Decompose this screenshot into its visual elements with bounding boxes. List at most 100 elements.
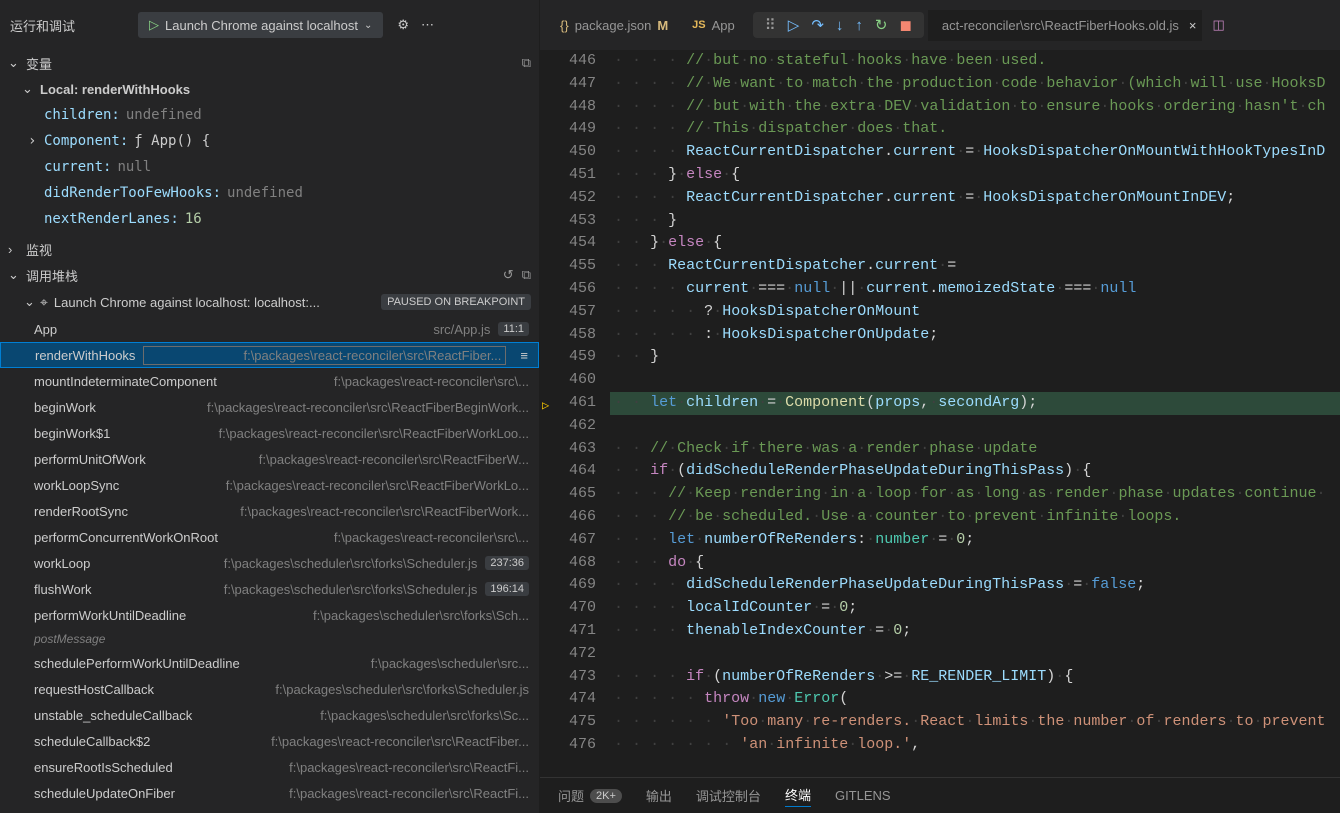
code-body[interactable]: · · · · //·but·no·stateful·hooks·have·be… — [610, 50, 1340, 777]
callstack-frame[interactable]: workLoopf:\packages\scheduler\src\forks\… — [0, 550, 539, 576]
gear-icon[interactable]: ⚙ — [397, 17, 409, 33]
variable-row[interactable]: children: undefined — [28, 102, 539, 128]
tab-app[interactable]: JS App — [682, 10, 745, 41]
close-icon[interactable]: × — [1189, 18, 1197, 33]
code-line[interactable]: · · let·children·=·Component(props,·seco… — [610, 392, 1340, 415]
problems-tab[interactable]: 问题 2K+ — [558, 786, 622, 805]
variable-row[interactable]: nextRenderLanes: 16 — [28, 206, 539, 232]
code-line[interactable]: · · · · · throw·new·Error( — [610, 688, 1340, 711]
chevron-down-icon: ⌄ — [8, 267, 20, 283]
step-over-icon[interactable]: ↷ — [811, 16, 824, 34]
chevron-right-icon: › — [28, 133, 38, 149]
output-tab[interactable]: 输出 — [646, 786, 672, 805]
thread-icon[interactable]: ≡ — [520, 348, 528, 363]
frame-path: f:\packages\scheduler\src\forks\Schedule… — [100, 582, 478, 597]
callstack-frame[interactable]: scheduleUpdateOnFiberf:\packages\react-r… — [0, 780, 539, 806]
continue-icon[interactable]: ▷ — [788, 16, 800, 34]
gitlens-tab[interactable]: GITLENS — [835, 788, 891, 803]
line-number: 468 — [540, 552, 596, 575]
code-line[interactable]: · · · · didScheduleRenderPhaseUpdateDuri… — [610, 574, 1340, 597]
callstack-frame[interactable]: renderRootSyncf:\packages\react-reconcil… — [0, 498, 539, 524]
code-line[interactable]: · · · do·{ — [610, 552, 1340, 575]
copy-icon[interactable]: ⧉ — [522, 55, 531, 71]
code-line[interactable]: · · if·(didScheduleRenderPhaseUpdateDuri… — [610, 460, 1340, 483]
callstack-frame[interactable]: ensureRootIsScheduledf:\packages\react-r… — [0, 754, 539, 780]
code-line[interactable]: · · · · thenableIndexCounter·=·0; — [610, 620, 1340, 643]
callstack-frame[interactable]: performWorkUntilDeadlinef:\packages\sche… — [0, 602, 539, 628]
terminal-tab[interactable]: 终端 — [785, 785, 811, 807]
code-line[interactable]: · · · · //·We·want·to·match·the·producti… — [610, 73, 1340, 96]
callstack-frame[interactable]: renderWithHooksf:\packages\react-reconci… — [0, 342, 539, 368]
callstack-frame[interactable]: schedulePerformWorkUntilDeadlinef:\packa… — [0, 650, 539, 676]
code-editor[interactable]: 4464474484494504514524534544554564574584… — [540, 50, 1340, 777]
code-line[interactable]: · · · · · ?·HooksDispatcherOnMount — [610, 301, 1340, 324]
frame-path: f:\packages\react-reconciler\src\ReactFi… — [118, 426, 529, 441]
code-line[interactable]: · · · · //·but·with·the·extra·DEV·valida… — [610, 96, 1340, 119]
code-line[interactable]: · · · · · · · 'an·infinite·loop.', — [610, 734, 1340, 757]
stop-icon[interactable]: ◼ — [899, 16, 911, 34]
more-icon[interactable]: ⋯ — [421, 17, 436, 33]
code-line[interactable]: · · } — [610, 346, 1340, 369]
step-out-icon[interactable]: ↑ — [855, 17, 863, 34]
callstack-frame[interactable]: requestHostCallbackf:\packages\scheduler… — [0, 676, 539, 702]
code-line[interactable]: · · · let·numberOfReRenders:·number·=·0; — [610, 529, 1340, 552]
code-line[interactable]: · · //·Check·if·there·was·a·render·phase… — [610, 438, 1340, 461]
callstack-frame[interactable]: Appsrc/App.js11:1 — [0, 316, 539, 342]
callstack-frame[interactable]: beginWork$1f:\packages\react-reconciler\… — [0, 420, 539, 446]
restart-icon[interactable]: ↻ — [875, 16, 888, 34]
variable-row[interactable]: ›Component: ƒ App() { — [28, 128, 539, 154]
scope-header[interactable]: ⌄ Local: renderWithHooks — [0, 76, 539, 102]
callstack-frame[interactable]: workLoopSyncf:\packages\react-reconciler… — [0, 472, 539, 498]
line-number: 450 — [540, 141, 596, 164]
code-line[interactable]: · · · · · :·HooksDispatcherOnUpdate; — [610, 324, 1340, 347]
variable-row[interactable]: current: null — [28, 154, 539, 180]
problems-count: 2K+ — [590, 789, 622, 803]
launch-config-dropdown[interactable]: ▷ Launch Chrome against localhost ⌄ — [138, 12, 383, 38]
history-icon[interactable]: ↺ — [503, 267, 514, 283]
line-number: 466 — [540, 506, 596, 529]
code-line[interactable]: · · · · //·but·no·stateful·hooks·have·be… — [610, 50, 1340, 73]
code-line[interactable]: · · · //·Keep·rendering·in·a·loop·for·as… — [610, 483, 1340, 506]
callstack-frame[interactable]: beginWorkf:\packages\react-reconciler\sr… — [0, 394, 539, 420]
code-line[interactable]: · · }·else·{ — [610, 232, 1340, 255]
debug-console-tab[interactable]: 调试控制台 — [696, 786, 761, 805]
step-into-icon[interactable]: ↓ — [836, 17, 844, 34]
copy-icon[interactable]: ⧉ — [522, 267, 531, 283]
watch-section-header[interactable]: › 监视 — [0, 236, 539, 262]
bottom-panel-tabs: 问题 2K+ 输出 调试控制台 终端 GITLENS — [540, 777, 1340, 813]
code-line[interactable]: · · · · ReactCurrentDispatcher.current·=… — [610, 187, 1340, 210]
chevron-down-icon: ⌄ — [8, 55, 20, 71]
callstack-frame[interactable]: unstable_scheduleCallbackf:\packages\sch… — [0, 702, 539, 728]
code-line[interactable]: · · · · current·===·null·||·current.memo… — [610, 278, 1340, 301]
code-line[interactable]: · · · ReactCurrentDispatcher.current·= — [610, 255, 1340, 278]
code-line[interactable]: · · · · //·This·dispatcher·does·that. — [610, 118, 1340, 141]
variables-section-header[interactable]: ⌄ 变量 ⧉ — [0, 50, 539, 76]
callstack-frame[interactable]: performUnitOfWorkf:\packages\react-recon… — [0, 446, 539, 472]
callstack-frame[interactable]: scheduleCallback$2f:\packages\react-reco… — [0, 728, 539, 754]
code-line[interactable]: · · · · ReactCurrentDispatcher.current·=… — [610, 141, 1340, 164]
callstack-frame[interactable]: performConcurrentWorkOnRootf:\packages\r… — [0, 524, 539, 550]
tab-active-file[interactable]: act-reconciler\src\ReactFiberHooks.old.j… — [928, 10, 1203, 41]
frame-function: performWorkUntilDeadline — [34, 608, 186, 623]
code-line[interactable]: · · · } — [610, 210, 1340, 233]
code-line[interactable] — [610, 369, 1340, 392]
code-line[interactable] — [610, 643, 1340, 666]
code-line[interactable]: · · · · if·(numberOfReRenders·>=·RE_REND… — [610, 666, 1340, 689]
chevron-down-icon: ⌄ — [22, 81, 34, 97]
code-line[interactable]: · · · //·be·scheduled.·Use·a·counter·to·… — [610, 506, 1340, 529]
frame-function: workLoop — [34, 556, 90, 571]
grip-icon[interactable]: ⠿ — [765, 16, 776, 34]
split-icon[interactable]: ◫ — [1212, 17, 1224, 33]
callstack-section-header[interactable]: ⌄ 调用堆栈 ↺ ⧉ — [0, 262, 539, 288]
callstack-frame[interactable]: flushWorkf:\packages\scheduler\src\forks… — [0, 576, 539, 602]
var-value: undefined — [126, 107, 202, 123]
code-line[interactable]: · · · }·else·{ — [610, 164, 1340, 187]
variable-row[interactable]: didRenderTooFewHooks: undefined — [28, 180, 539, 206]
watch-title: 监视 — [26, 240, 52, 259]
code-line[interactable]: · · · · localIdCounter·=·0; — [610, 597, 1340, 620]
tab-package-json[interactable]: {} package.json M — [550, 10, 678, 41]
callstack-target-row[interactable]: ⌄ ⌖ Launch Chrome against localhost: loc… — [0, 288, 539, 316]
code-line[interactable] — [610, 415, 1340, 438]
callstack-frame[interactable]: mountIndeterminateComponentf:\packages\r… — [0, 368, 539, 394]
code-line[interactable]: · · · · · · 'Too·many·re-renders.·React·… — [610, 711, 1340, 734]
